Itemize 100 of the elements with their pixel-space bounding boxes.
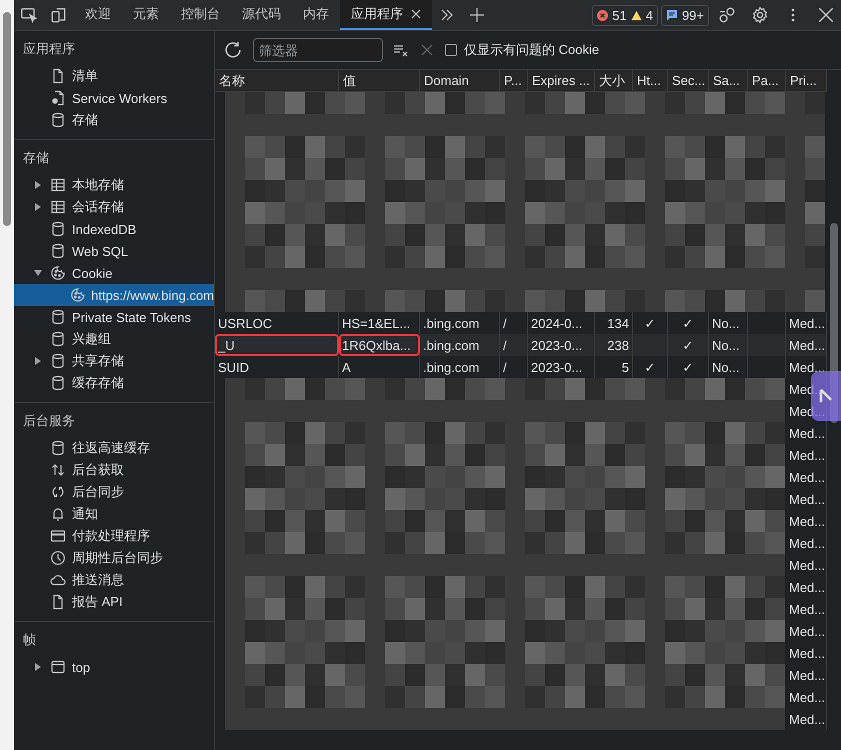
- table-icon: [50, 199, 66, 215]
- database-icon: [50, 243, 66, 259]
- panel-tab[interactable]: 应用程序: [340, 0, 432, 30]
- column-header[interactable]: Pri...: [786, 70, 827, 92]
- cloud-icon: [50, 572, 66, 588]
- database-icon: [50, 221, 66, 237]
- tree-item[interactable]: Web SQL: [14, 240, 214, 262]
- refresh-icon: [223, 40, 243, 60]
- tree-item[interactable]: 清单: [14, 65, 214, 87]
- gear-drawing: [751, 6, 769, 24]
- database-icon: [50, 375, 66, 391]
- expanded-triangle-icon[interactable]: [34, 269, 42, 277]
- table-cell: 1R6Qxlba...: [339, 334, 420, 356]
- tree-item[interactable]: 缓存存储: [14, 372, 214, 394]
- table-cell: _U: [215, 334, 339, 356]
- phone-tablet-drawing: [50, 6, 68, 24]
- table-cell: Med...: [786, 554, 827, 576]
- page-scrollbar-thumb[interactable]: [3, 12, 11, 226]
- filter-field[interactable]: 筛选器: [253, 38, 383, 62]
- database-icon: [50, 112, 66, 128]
- database-icon: [50, 353, 66, 369]
- cookie-icon: [70, 287, 86, 303]
- panel-tab[interactable]: 元素: [122, 0, 170, 30]
- tree-item[interactable]: 本地存储: [14, 174, 214, 196]
- table-cell: Med...: [786, 510, 827, 532]
- tree-item[interactable]: 后台获取: [14, 459, 214, 481]
- collapsed-triangle-icon[interactable]: [34, 663, 42, 671]
- section-heading: 应用程序: [22, 40, 76, 58]
- table-cell: [633, 334, 668, 356]
- database-icon: [50, 331, 66, 347]
- table-cell: Med...: [786, 598, 827, 620]
- table-cell: Med...: [786, 532, 827, 554]
- linked-circles-drawing: [718, 6, 736, 24]
- checkbox-label: 仅显示有问题的 Cookie: [464, 41, 600, 59]
- column-header[interactable]: P...: [500, 70, 528, 92]
- table-cell: Med...: [786, 444, 827, 466]
- column-header[interactable]: 大小: [595, 70, 633, 92]
- cookie-icon: [50, 265, 66, 281]
- messages-counter[interactable]: 99+: [660, 4, 709, 26]
- table-cell: Med...: [786, 334, 827, 356]
- column-header[interactable]: Sec...: [668, 70, 709, 92]
- database-icon: [50, 440, 66, 456]
- vertical-dots-drawing: [791, 8, 795, 22]
- collapsed-triangle-icon[interactable]: [34, 181, 42, 189]
- tree-item[interactable]: 会话存储: [14, 196, 214, 218]
- column-header[interactable]: Domain: [420, 70, 500, 92]
- tree-item[interactable]: 后台同步: [14, 481, 214, 503]
- page-scrollbar[interactable]: [0, 0, 14, 750]
- tree-item[interactable]: 周期性后台同步: [14, 547, 214, 569]
- table-cell: /: [500, 334, 528, 356]
- section-heading: 后台服务: [22, 412, 76, 430]
- x-drawing: [817, 6, 835, 24]
- tree-item[interactable]: Service Workers: [14, 87, 214, 109]
- collapsed-triangle-icon[interactable]: [34, 357, 42, 365]
- tree-item[interactable]: 往返高速缓存: [14, 437, 214, 459]
- column-header[interactable]: 名称: [215, 70, 339, 92]
- panel-tab[interactable]: 源代码: [231, 0, 292, 30]
- cursor-in-box-drawing: [20, 6, 38, 24]
- collapsed-triangle-icon[interactable]: [34, 203, 42, 211]
- tree-item[interactable]: Cookie: [14, 262, 214, 284]
- tree-item[interactable]: 共享存储: [14, 350, 214, 372]
- close-icon[interactable]: [411, 9, 421, 19]
- gear-document-icon: [50, 90, 66, 106]
- frame-icon: [50, 659, 66, 675]
- double-chevron-drawing: [439, 7, 455, 23]
- tree-item[interactable]: 兴趣组: [14, 328, 214, 350]
- delete-icon: [419, 42, 435, 58]
- bell-icon: [50, 506, 66, 522]
- column-header[interactable]: Pa...: [748, 70, 786, 92]
- section-heading: 存储: [22, 149, 50, 167]
- table-cell: Med...: [786, 708, 827, 730]
- column-header[interactable]: Sa...: [709, 70, 748, 92]
- checkbox[interactable]: [445, 44, 457, 56]
- tree-item[interactable]: 付款处理程序: [14, 525, 214, 547]
- tree-item[interactable]: IndexedDB: [14, 218, 214, 240]
- tree-item[interactable]: https://www.bing.com: [14, 284, 214, 306]
- table-cell: [748, 334, 786, 356]
- table-cell: Med...: [786, 576, 827, 598]
- issue-counters[interactable]: 51 4: [592, 4, 658, 26]
- table-cell: ✓: [668, 334, 709, 356]
- warning-icon: [630, 10, 642, 20]
- tree-item[interactable]: top: [14, 656, 214, 678]
- column-header[interactable]: Expires ...: [528, 70, 595, 92]
- tree-item[interactable]: 通知: [14, 503, 214, 525]
- panel-tab[interactable]: 控制台: [170, 0, 231, 30]
- panel-tab[interactable]: 内存: [292, 0, 340, 30]
- panel-tab[interactable]: 欢迎: [74, 0, 122, 30]
- column-header[interactable]: Ht...: [633, 70, 668, 92]
- tree-item[interactable]: Private State Tokens: [14, 306, 214, 328]
- tree-item[interactable]: 存储: [14, 109, 214, 131]
- table-cell: Med...: [786, 664, 827, 686]
- database-icon: [50, 309, 66, 325]
- section-heading: 帧: [22, 631, 37, 649]
- table-cell: Med...: [786, 422, 827, 444]
- tree-item[interactable]: 推送消息: [14, 569, 214, 591]
- tree-item[interactable]: 报告 API: [14, 591, 214, 613]
- column-header[interactable]: 值: [339, 70, 420, 92]
- error-icon: [597, 10, 608, 20]
- message-icon: [666, 9, 678, 21]
- table-cell: Med...: [786, 620, 827, 642]
